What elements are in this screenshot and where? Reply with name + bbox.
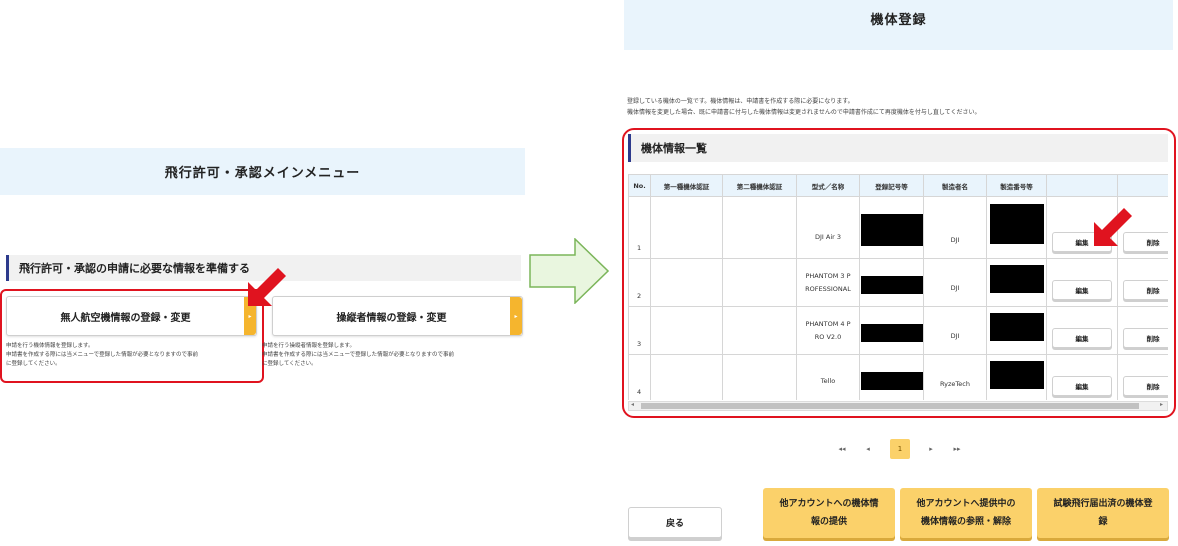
model-name-cell: PHANTOM 4 P RO V2.0 [796, 306, 860, 355]
aircraft-list-intro: 登録している機体の一覧です。機体情報は、申請書を作成する際に必要になります。 機… [627, 98, 981, 116]
delete-cell: 削除 [1117, 354, 1168, 400]
scroll-right-icon[interactable]: ▸ [1160, 401, 1163, 408]
column-header: 登録記号等 [859, 174, 924, 197]
red-arrow-icon [1094, 208, 1132, 246]
pilot-info-register-label: 操縦者情報の登録・変更 [336, 312, 447, 324]
serial-number-cell [986, 196, 1047, 259]
row-number: 2 [628, 258, 651, 307]
column-header: 製造番号等 [986, 174, 1047, 197]
edit-cell: 編集 [1046, 258, 1118, 307]
pagination-last-button[interactable]: ▸▸ [947, 439, 967, 459]
manufacturer-cell: DJI [923, 258, 987, 307]
manufacturer-cell: RyzeTech [923, 354, 987, 400]
edit-button[interactable]: 編集 [1052, 328, 1112, 348]
type2-certification-cell [722, 354, 797, 400]
column-header [1117, 174, 1168, 197]
scroll-left-icon[interactable]: ◂ [631, 401, 634, 408]
horizontal-scrollbar[interactable]: ◂ ▸ [628, 401, 1168, 411]
redacted-block [860, 275, 923, 294]
column-header [1046, 174, 1118, 197]
table-header-row: No. 第一種機体認証 第二種機体認証 型式／名称 登録記号等 製造者名 製造番… [628, 174, 1168, 197]
aircraft-table: No. 第一種機体認証 第二種機体認証 型式／名称 登録記号等 製造者名 製造番… [628, 174, 1168, 400]
redacted-block [989, 203, 1044, 244]
column-header: 型式／名称 [796, 174, 860, 197]
back-button[interactable]: 戻る [628, 507, 722, 538]
edit-button[interactable]: 編集 [1052, 376, 1112, 396]
column-header: 第二種機体認証 [722, 174, 797, 197]
delete-cell: 削除 [1117, 306, 1168, 355]
manufacturer-cell: DJI [923, 306, 987, 355]
serial-number-cell [986, 258, 1047, 307]
aircraft-table-container[interactable]: No. 第一種機体認証 第二種機体認証 型式／名称 登録記号等 製造者名 製造番… [628, 174, 1168, 400]
provide-aircraft-info-button[interactable]: 他アカウントへの機体情 報の提供 [763, 488, 895, 538]
pagination-prev-button[interactable]: ◂ [858, 439, 878, 459]
column-header: 第一種機体認証 [650, 174, 723, 197]
edit-cell: 編集 [1046, 354, 1118, 400]
aircraft-info-register-button[interactable]: 無人航空機情報の登録・変更 ▸ [6, 296, 257, 336]
registration-mark-cell [859, 196, 924, 259]
registration-mark-cell [859, 306, 924, 355]
aircraft-registration-title: 機体登録 [624, 0, 1173, 50]
manufacturer-cell: DJI [923, 196, 987, 259]
model-name-cell: DJI Air 3 [796, 196, 860, 259]
edit-button[interactable]: 編集 [1052, 280, 1112, 300]
redacted-block [989, 312, 1044, 341]
row-number: 4 [628, 354, 651, 400]
pagination-next-button[interactable]: ▸ [921, 439, 941, 459]
aircraft-info-description: 申請を行う機体情報を登録します。 申請書を作成する際には当メニューで登録した情報… [6, 343, 199, 367]
column-header: No. [628, 174, 651, 197]
type1-certification-cell [650, 258, 723, 307]
table-row: 1 DJI Air 3 DJI 編集 削除 [628, 196, 1168, 259]
type1-certification-cell [650, 196, 723, 259]
redacted-block [860, 213, 923, 246]
serial-number-cell [986, 354, 1047, 400]
type2-certification-cell [722, 306, 797, 355]
table-row: 3 PHANTOM 4 P RO V2.0 DJI 編集 削除 [628, 306, 1168, 355]
type2-certification-cell [722, 258, 797, 307]
view-provided-aircraft-info-button[interactable]: 他アカウントへ提供中の 機体情報の参照・解除 [900, 488, 1032, 538]
delete-cell: 削除 [1117, 258, 1168, 307]
red-arrow-icon [248, 268, 286, 306]
model-name-cell: Tello [796, 354, 860, 400]
column-header: 製造者名 [923, 174, 987, 197]
delete-button[interactable]: 削除 [1123, 328, 1168, 348]
pilot-info-description: 申請を行う操縦者情報を登録します。 申請書を作成する際には当メニューで登録した情… [262, 343, 455, 367]
registration-mark-cell [859, 258, 924, 307]
row-number: 3 [628, 306, 651, 355]
pagination-page-current[interactable]: 1 [890, 439, 910, 459]
main-menu-title: 飛行許可・承認メインメニュー [0, 148, 525, 195]
pilot-info-register-button[interactable]: 操縦者情報の登録・変更 ▸ [272, 296, 523, 336]
pagination-first-button[interactable]: ◂◂ [832, 439, 852, 459]
table-row: 4 Tello RyzeTech 編集 削除 [628, 354, 1168, 400]
register-test-flight-aircraft-button[interactable]: 試験飛行届出済の機体登 録 [1037, 488, 1169, 538]
type1-certification-cell [650, 354, 723, 400]
delete-button[interactable]: 削除 [1123, 376, 1168, 396]
redacted-block [989, 360, 1044, 389]
type1-certification-cell [650, 306, 723, 355]
model-name-cell: PHANTOM 3 P ROFESSIONAL [796, 258, 860, 307]
serial-number-cell [986, 306, 1047, 355]
aircraft-list-section-header: 機体情報一覧 [628, 134, 1168, 162]
type2-certification-cell [722, 196, 797, 259]
aircraft-info-register-label: 無人航空機情報の登録・変更 [60, 312, 191, 324]
delete-button[interactable]: 削除 [1123, 280, 1168, 300]
redacted-block [860, 323, 923, 342]
redacted-block [989, 264, 1044, 293]
redacted-block [860, 371, 923, 390]
table-row: 2 PHANTOM 3 P ROFESSIONAL DJI 編集 削除 [628, 258, 1168, 307]
arrow-right-icon [529, 238, 609, 304]
registration-mark-cell [859, 354, 924, 400]
chevron-right-icon: ▸ [510, 297, 522, 335]
row-number: 1 [628, 196, 651, 259]
scrollbar-thumb[interactable] [641, 403, 1139, 409]
edit-cell: 編集 [1046, 306, 1118, 355]
